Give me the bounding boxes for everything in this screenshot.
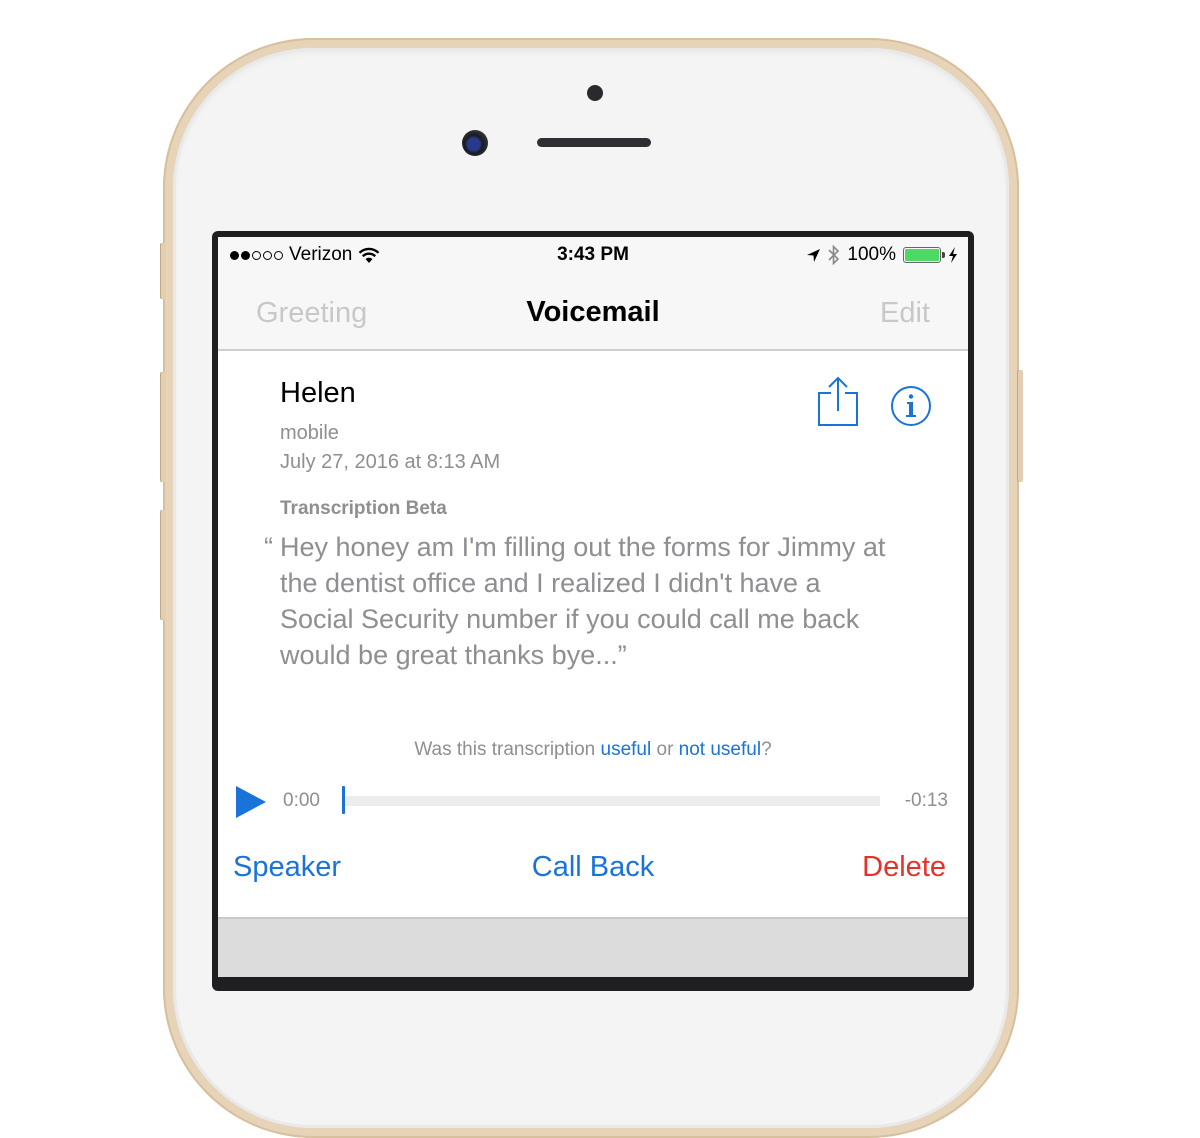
feedback-prefix: Was this transcription bbox=[414, 739, 601, 760]
caller-phone-type: mobile bbox=[280, 422, 339, 444]
feedback-or: or bbox=[651, 739, 679, 760]
transcription-label: Transcription Beta bbox=[280, 498, 447, 519]
proximity-sensor bbox=[587, 85, 603, 101]
call-back-button[interactable]: Call Back bbox=[532, 851, 655, 883]
front-camera-icon bbox=[462, 130, 488, 156]
battery-fill bbox=[905, 249, 939, 261]
playhead-handle[interactable] bbox=[342, 786, 345, 814]
power-button bbox=[1017, 370, 1023, 482]
volume-down-button bbox=[160, 510, 166, 620]
battery-percent: 100% bbox=[847, 244, 896, 265]
transcription-text: Hey honey am I'm filling out the forms f… bbox=[280, 532, 886, 670]
caller-name: Helen bbox=[280, 377, 356, 409]
mute-switch bbox=[160, 243, 166, 299]
earpiece-speaker bbox=[537, 138, 651, 147]
voicemail-date: July 27, 2016 at 8:13 AM bbox=[280, 451, 501, 473]
volume-up-button bbox=[160, 372, 166, 482]
greeting-button[interactable]: Greeting bbox=[256, 297, 367, 330]
transcription-text-block: “Hey honey am I'm filling out the forms … bbox=[264, 529, 900, 673]
elapsed-time: 0:00 bbox=[283, 790, 320, 811]
info-icon[interactable] bbox=[890, 385, 932, 427]
share-icon[interactable] bbox=[816, 375, 860, 427]
bluetooth-icon bbox=[828, 245, 840, 265]
delete-button[interactable]: Delete bbox=[862, 851, 946, 884]
edit-button[interactable]: Edit bbox=[880, 297, 930, 330]
transcription-open-quote: “ bbox=[264, 532, 273, 562]
useful-link[interactable]: useful bbox=[601, 739, 652, 760]
status-right: 100% bbox=[806, 244, 958, 266]
remaining-time: -0:13 bbox=[904, 790, 948, 811]
status-bar: Verizon 3:43 PM 100% bbox=[218, 237, 968, 277]
feedback-suffix: ? bbox=[761, 739, 772, 760]
transcription-feedback: Was this transcription useful or not use… bbox=[218, 739, 968, 761]
navigation-bar: Greeting Voicemail Edit bbox=[218, 277, 968, 351]
battery-icon bbox=[903, 247, 945, 263]
location-arrow-icon bbox=[807, 248, 821, 262]
speaker-button[interactable]: Speaker bbox=[233, 851, 341, 884]
playback-scrubber[interactable] bbox=[344, 796, 880, 806]
audio-player: 0:00 -0:13 bbox=[218, 781, 968, 821]
play-icon[interactable] bbox=[234, 785, 268, 819]
not-useful-link[interactable]: not useful bbox=[679, 739, 761, 760]
battery-tip bbox=[942, 252, 945, 258]
bolt-icon bbox=[949, 247, 957, 263]
voicemail-actions: Speaker Call Back Delete bbox=[218, 851, 968, 901]
list-background bbox=[218, 917, 968, 977]
display: Verizon 3:43 PM 100% Greeting Voicemail … bbox=[218, 237, 968, 977]
